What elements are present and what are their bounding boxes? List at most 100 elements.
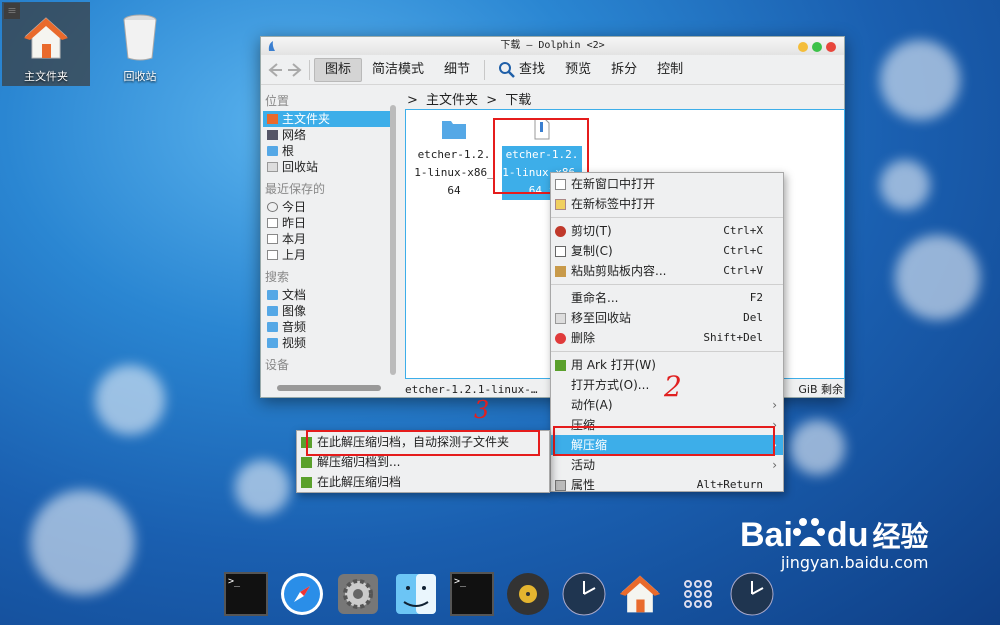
dock-app-grid[interactable] (676, 572, 720, 616)
dock-settings[interactable] (336, 572, 380, 616)
sidebar-item-video[interactable]: 视频 (263, 335, 391, 351)
sidebar-item-last-month[interactable]: 上月 (263, 247, 391, 263)
desktop-icon-home[interactable]: 主文件夹 (2, 2, 90, 86)
menu-item-label: 重命名... (571, 291, 619, 305)
sidebar-item-yesterday[interactable]: 昨日 (263, 215, 391, 231)
search-icon (499, 61, 515, 78)
menu-item-open-new-window[interactable]: 在新窗口中打开 (551, 174, 783, 194)
menu-item-shortcut: Del (743, 311, 763, 324)
menu-item-properties[interactable]: 属性 Alt+Return (551, 475, 783, 495)
icons-view-button[interactable]: 图标 (314, 57, 363, 82)
back-arrow-icon[interactable] (265, 60, 285, 80)
sidebar-item-documents[interactable]: 文档 (263, 287, 391, 303)
breadcrumb-home[interactable]: 主文件夹 (426, 93, 478, 108)
sidebar-item-trash[interactable]: 回收站 (263, 159, 391, 175)
ark-icon (555, 360, 566, 371)
folder-icon (267, 306, 278, 316)
sidebar-vertical-scrollbar[interactable] (390, 105, 396, 375)
sidebar-horizontal-scrollbar[interactable] (277, 385, 381, 391)
close-button[interactable] (826, 42, 836, 52)
clock-icon (267, 202, 278, 212)
search-label: 查找 (519, 61, 546, 77)
minimize-button[interactable] (798, 42, 808, 52)
desktop-icon-trash[interactable]: 回收站 (96, 2, 184, 86)
maximize-button[interactable] (812, 42, 822, 52)
bokeh (895, 235, 980, 320)
chevron-right-icon: › (772, 458, 777, 472)
sidebar-item-network[interactable]: 网络 (263, 127, 391, 143)
sidebar-item-home[interactable]: 主文件夹 (263, 111, 391, 127)
app-grid-icon (684, 580, 712, 608)
menu-item-label: 属性 (571, 478, 596, 492)
dock-finder[interactable] (394, 572, 438, 616)
menu-item-delete[interactable]: 删除 Shift+Del (551, 328, 783, 348)
sidebar-item-images[interactable]: 图像 (263, 303, 391, 319)
menu-item-label: 动作(A) (571, 398, 613, 412)
menu-item-open-new-tab[interactable]: 在新标签中打开 (551, 194, 783, 214)
document-icon (267, 234, 278, 244)
sidebar-item-audio[interactable]: 音频 (263, 319, 391, 335)
annotation-number-3: 3 (474, 396, 490, 424)
sidebar-item-label: 视频 (282, 336, 307, 350)
control-button[interactable]: 控制 (647, 58, 693, 82)
split-button[interactable]: 拆分 (601, 58, 647, 82)
folder-icon (267, 290, 278, 300)
desktop-icon-label: 回收站 (123, 70, 157, 83)
sidebar-item-label: 回收站 (282, 160, 319, 174)
dock-clock-2[interactable] (730, 572, 774, 616)
menu-item-copy[interactable]: 复制(C) Ctrl+C (551, 241, 783, 261)
toolbar-separator (309, 59, 310, 80)
menu-item-rename[interactable]: 重命名... F2 (551, 288, 783, 308)
search-header: 搜索 (265, 270, 290, 284)
menu-item-label: 在新标签中打开 (571, 197, 656, 211)
sidebar-item-root[interactable]: 根 (263, 143, 391, 159)
breadcrumb-current[interactable]: 下载 (505, 93, 531, 108)
bokeh (790, 420, 845, 475)
breadcrumb-separator: > (486, 93, 498, 108)
menu-item-paste[interactable]: 粘贴剪贴板内容... Ctrl+V (551, 261, 783, 281)
dock-browser[interactable] (280, 572, 324, 616)
sidebar-item-label: 音频 (282, 320, 307, 334)
home-icon (267, 114, 278, 124)
menu-item-cut[interactable]: 剪切(T) Ctrl+X (551, 221, 783, 241)
watermark-url: jingyan.baidu.com (780, 553, 929, 572)
dock-terminal-2[interactable]: >_ (450, 572, 494, 616)
sidebar-item-this-month[interactable]: 本月 (263, 231, 391, 247)
network-icon (267, 130, 278, 140)
window-title: 下载 — Dolphin <2> (500, 40, 605, 51)
dock-terminal[interactable]: >_ (224, 572, 268, 616)
menu-item-shortcut: Ctrl+V (723, 264, 763, 277)
bokeh (880, 40, 960, 120)
file-name: 64 (447, 184, 461, 197)
places-panel: 位置 主文件夹 网络 根 回收站 最近保存的 今日 昨日 本月 上月 搜索 文档… (263, 87, 391, 381)
recent-header: 最近保存的 (265, 182, 326, 196)
document-icon (267, 250, 278, 260)
dock-music[interactable] (506, 572, 550, 616)
compact-view-button[interactable]: 简洁模式 (362, 58, 434, 82)
ark-icon (301, 457, 312, 468)
window-icon (555, 179, 566, 190)
free-space-text: GiB 剩余 (798, 383, 843, 396)
sidebar-item-today[interactable]: 今日 (263, 199, 391, 215)
submenu-item-extract-here[interactable]: 在此解压缩归档 (297, 472, 549, 492)
bokeh (95, 365, 165, 435)
search-button[interactable]: 查找 (489, 58, 555, 82)
menu-item-move-to-trash[interactable]: 移至回收站 Del (551, 308, 783, 328)
sidebar-item-label: 根 (282, 144, 295, 158)
title-bar[interactable]: 下载 — Dolphin <2> (261, 37, 844, 55)
dock-clock[interactable] (562, 572, 606, 616)
trash-icon (267, 162, 278, 172)
preview-button[interactable]: 预览 (555, 58, 601, 82)
details-view-button[interactable]: 细节 (434, 58, 480, 82)
baidu-watermark: Bai du 经验 jingyan.baidu.com (740, 515, 928, 572)
properties-icon (555, 480, 566, 491)
places-header: 位置 (265, 94, 290, 108)
menu-item-label: 移至回收站 (571, 311, 632, 325)
home-icon (24, 17, 68, 59)
forward-arrow-icon[interactable] (285, 60, 305, 80)
file-item-folder[interactable]: etcher-1.2. 1-linux-x86_ 64 (414, 118, 494, 200)
toolbar-separator (484, 59, 486, 80)
menu-item-activities[interactable]: 活动 › (551, 455, 783, 475)
dock-home[interactable] (618, 572, 662, 616)
toolbar: 图标 简洁模式 细节 查找 预览 拆分 控制 (261, 55, 844, 85)
